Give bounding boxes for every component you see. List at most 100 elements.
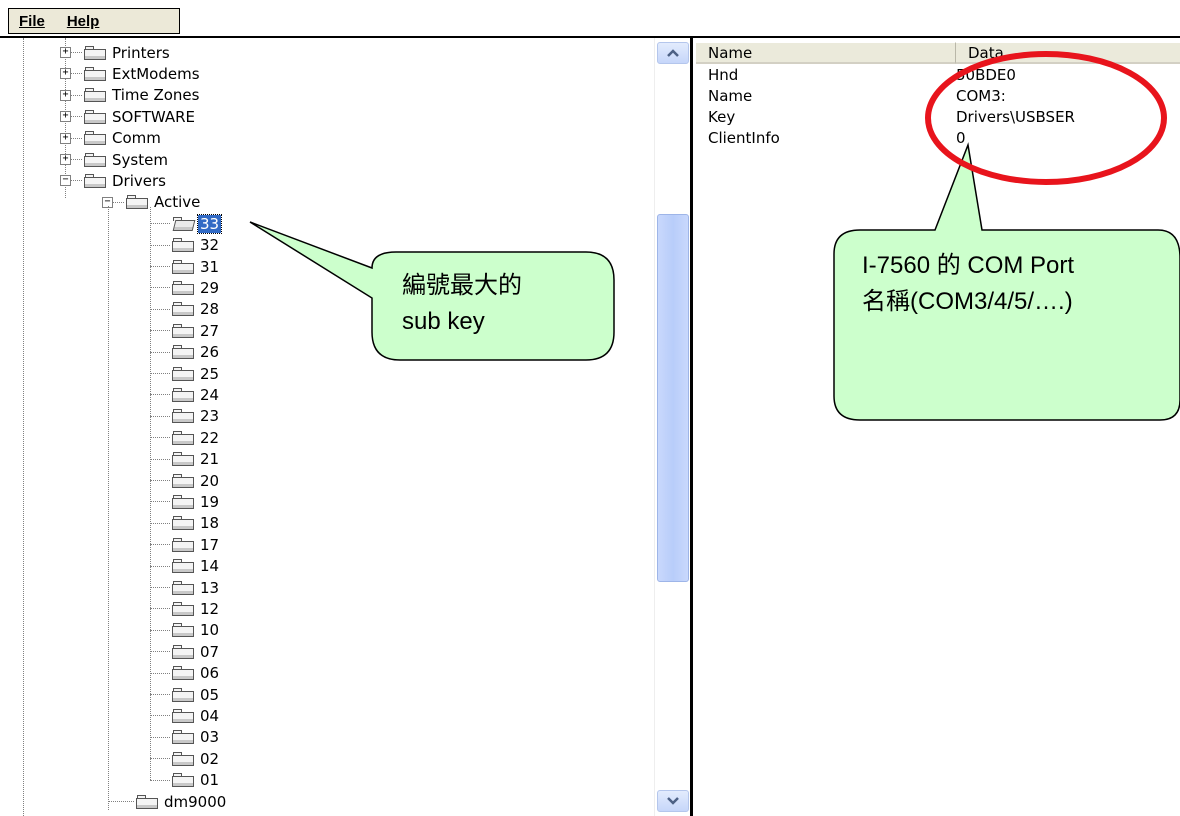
scroll-thumb[interactable] <box>657 214 689 582</box>
folder-icon <box>172 537 194 552</box>
tree-item[interactable]: 17 <box>172 534 221 555</box>
tree-connector <box>150 522 170 524</box>
tree-item-label: 18 <box>200 514 220 533</box>
tree-item[interactable]: dm9000 <box>136 791 228 812</box>
tree-item[interactable]: 02 <box>172 748 221 769</box>
folder-icon <box>172 580 194 595</box>
scroll-down-button[interactable] <box>657 790 689 812</box>
folder-body <box>84 48 106 60</box>
tree-item[interactable]: 26 <box>172 342 221 363</box>
tree-item-label: 23 <box>200 407 220 426</box>
folder-body <box>84 69 106 81</box>
folder-body <box>172 476 194 488</box>
comport-callout-line2: 名稱(COM3/4/5/….) <box>862 288 1073 315</box>
tree-item[interactable]: 20 <box>172 470 221 491</box>
value-data: Drivers\USBSER <box>956 108 1075 126</box>
folder-body <box>172 519 194 531</box>
tree-item-label: System <box>112 150 168 169</box>
tree-item[interactable]: ExtModems <box>84 63 202 84</box>
folder-body <box>172 669 194 681</box>
tree-item[interactable]: 13 <box>172 577 221 598</box>
column-header-name[interactable]: Name <box>696 42 956 64</box>
folder-body <box>172 412 194 424</box>
tree-item[interactable]: Time Zones <box>84 85 201 106</box>
list-header: Name Data <box>696 42 1180 64</box>
tree-scrollbar[interactable] <box>654 38 690 816</box>
tree-item-label: dm9000 <box>164 792 227 811</box>
folder-icon <box>172 730 194 745</box>
tree-connector <box>150 266 170 267</box>
tree-item-label: 22 <box>200 428 220 447</box>
expand-toggle[interactable]: + <box>60 68 71 80</box>
tree-item[interactable]: 25 <box>172 363 221 384</box>
tree-item[interactable]: 07 <box>172 641 221 662</box>
tree-item[interactable]: 04 <box>172 705 221 726</box>
folder-icon <box>172 280 194 295</box>
tree-item[interactable]: SOFTWARE <box>84 106 197 127</box>
tree-item-label: Time Zones <box>112 86 200 105</box>
tree-item[interactable]: Printers <box>84 42 172 63</box>
folder-body <box>172 433 194 445</box>
tree-item[interactable]: 22 <box>172 427 221 448</box>
expand-toggle[interactable]: + <box>60 111 71 123</box>
value-name: Hnd <box>708 66 739 84</box>
registry-tree[interactable]: Printers + ExtModems + Time Zones + SOFTWARE + C… <box>0 38 690 816</box>
expand-toggle[interactable]: + <box>60 154 71 165</box>
folder-icon <box>172 773 194 788</box>
folder-body <box>172 219 196 231</box>
tree-connector <box>108 205 109 810</box>
folder-icon <box>172 601 194 616</box>
folder-body <box>84 155 106 167</box>
folder-icon <box>84 66 106 81</box>
tree-item[interactable]: 27 <box>172 320 221 341</box>
expand-toggle[interactable]: + <box>60 89 71 101</box>
folder-icon <box>136 794 158 809</box>
tree-item[interactable]: 14 <box>172 556 221 577</box>
tree-item[interactable]: 29 <box>172 277 221 298</box>
tree-item[interactable]: 32 <box>172 235 221 256</box>
tree-item[interactable]: Active <box>126 192 202 213</box>
scroll-up-button[interactable] <box>657 42 689 64</box>
tree-item[interactable]: 19 <box>172 491 221 512</box>
tree-item[interactable]: 03 <box>172 727 221 748</box>
tree-item[interactable]: 06 <box>172 663 221 684</box>
tree-item[interactable]: 12 <box>172 598 221 619</box>
chevron-up-icon <box>667 49 679 57</box>
folder-icon <box>172 409 194 424</box>
tree-item-label: ExtModems <box>112 64 200 83</box>
chevron-down-icon <box>667 797 679 805</box>
tree-item-label: 25 <box>200 364 220 383</box>
folder-body <box>172 540 194 552</box>
tree-item[interactable]: 21 <box>172 449 221 470</box>
tree-item[interactable]: 05 <box>172 684 221 705</box>
expand-toggle[interactable]: + <box>60 47 71 58</box>
expand-toggle[interactable]: − <box>60 175 71 187</box>
menu-help[interactable]: Help <box>57 13 112 30</box>
value-name: Name <box>708 87 753 105</box>
tree-item[interactable]: System <box>84 149 170 170</box>
tree-item[interactable]: 18 <box>172 513 221 534</box>
folder-icon <box>172 687 194 702</box>
tree-item[interactable]: 31 <box>172 256 221 277</box>
folder-body <box>172 390 194 402</box>
tree-item-label: 01 <box>200 771 220 790</box>
expand-toggle[interactable]: + <box>60 132 71 144</box>
tree-item[interactable]: 01 <box>172 770 221 791</box>
tree-item[interactable]: 23 <box>172 406 221 427</box>
folder-body <box>84 176 106 188</box>
folder-body <box>172 562 194 574</box>
tree-connector <box>150 608 170 610</box>
column-header-data[interactable]: Data <box>956 42 1180 64</box>
folder-icon <box>172 387 194 402</box>
tree-item[interactable]: Drivers <box>84 170 168 191</box>
tree-connector <box>150 207 151 780</box>
folder-icon <box>172 751 194 766</box>
tree-item[interactable]: 28 <box>172 299 221 320</box>
value-name: Key <box>708 108 736 126</box>
tree-item[interactable]: 10 <box>172 620 221 641</box>
tree-item[interactable]: 33 <box>172 213 223 234</box>
tree-connector <box>150 394 170 396</box>
menu-file[interactable]: File <box>9 13 57 30</box>
tree-item[interactable]: 24 <box>172 384 221 405</box>
tree-item[interactable]: Comm <box>84 128 163 149</box>
